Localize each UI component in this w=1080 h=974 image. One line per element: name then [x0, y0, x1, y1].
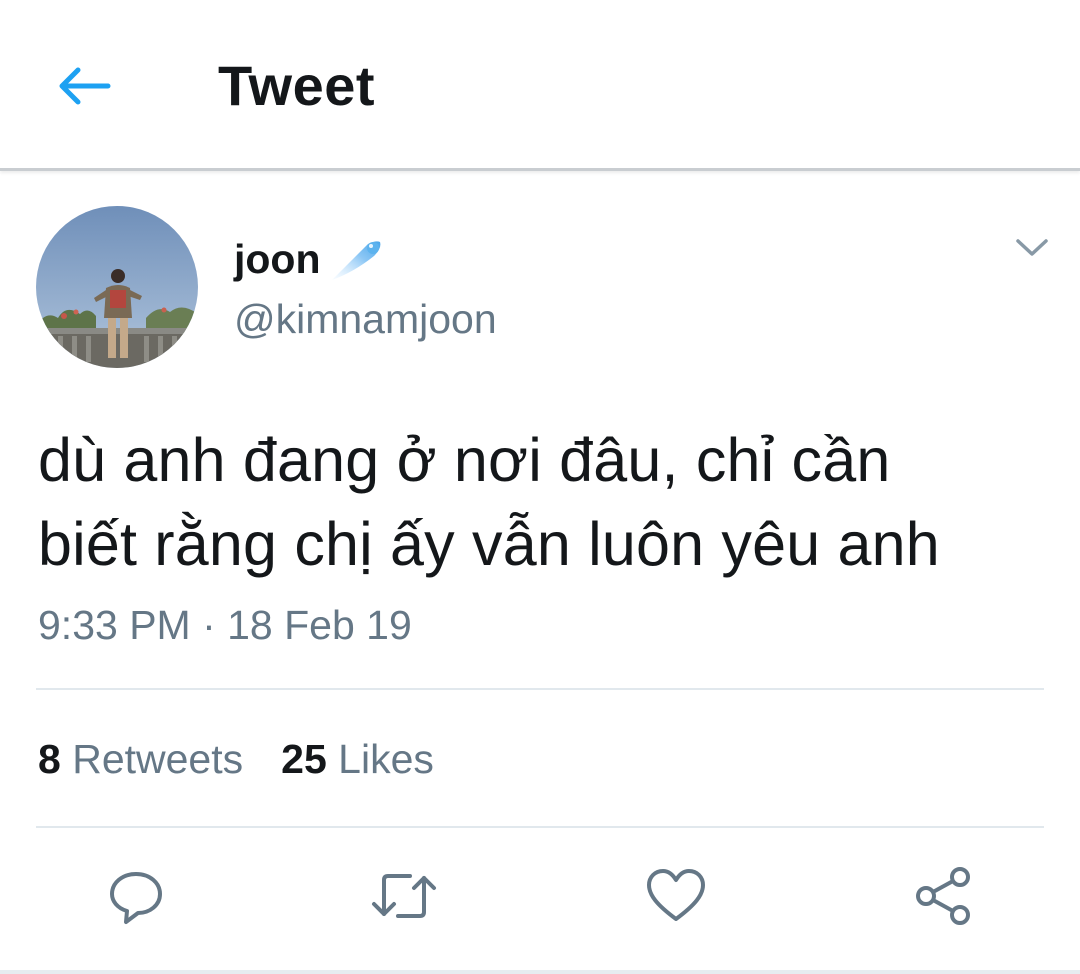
- tweet-text-line: dù anh đang ở nơi đâu, chỉ cần: [38, 426, 891, 494]
- retweets-label: Retweets: [72, 736, 244, 782]
- retweets-stat[interactable]: 8 Retweets: [38, 734, 243, 784]
- avatar[interactable]: [36, 206, 198, 368]
- more-options-button[interactable]: [1008, 228, 1056, 268]
- page-title: Tweet: [218, 54, 376, 117]
- arrow-left-icon: [59, 67, 111, 105]
- likes-stat[interactable]: 25 Likes: [281, 734, 434, 784]
- tweet-stats: 8 Retweets 25 Likes: [38, 734, 434, 784]
- author-name[interactable]: joon: [234, 236, 321, 282]
- likes-label: Likes: [338, 736, 434, 782]
- reply-icon: [110, 872, 162, 924]
- like-button[interactable]: [642, 862, 710, 930]
- divider: [36, 826, 1044, 828]
- tweet-text: dù anh đang ở nơi đâu, chỉ cần biết rằng…: [38, 418, 1048, 586]
- share-icon: [916, 867, 970, 925]
- likes-count: 25: [281, 736, 327, 782]
- divider: [36, 688, 1044, 690]
- retweets-count: 8: [38, 736, 61, 782]
- top-app-bar: Tweet: [0, 0, 1080, 171]
- back-button[interactable]: [52, 56, 116, 116]
- bottom-divider: [0, 970, 1080, 974]
- tweet-timestamp[interactable]: 9:33 PM · 18 Feb 19: [38, 600, 412, 650]
- heart-icon: [647, 869, 705, 921]
- retweet-button[interactable]: [370, 862, 438, 930]
- comet-icon: [328, 234, 384, 284]
- author-handle[interactable]: @kimnamjoon: [234, 296, 497, 342]
- chevron-down-icon: [1016, 239, 1048, 256]
- reply-button[interactable]: [102, 862, 170, 930]
- retweet-icon: [372, 874, 436, 918]
- avatar-photo: [36, 206, 198, 368]
- tweet-text-line: biết rằng chị ấy vẫn luôn yêu anh: [38, 510, 940, 578]
- share-button[interactable]: [910, 862, 978, 930]
